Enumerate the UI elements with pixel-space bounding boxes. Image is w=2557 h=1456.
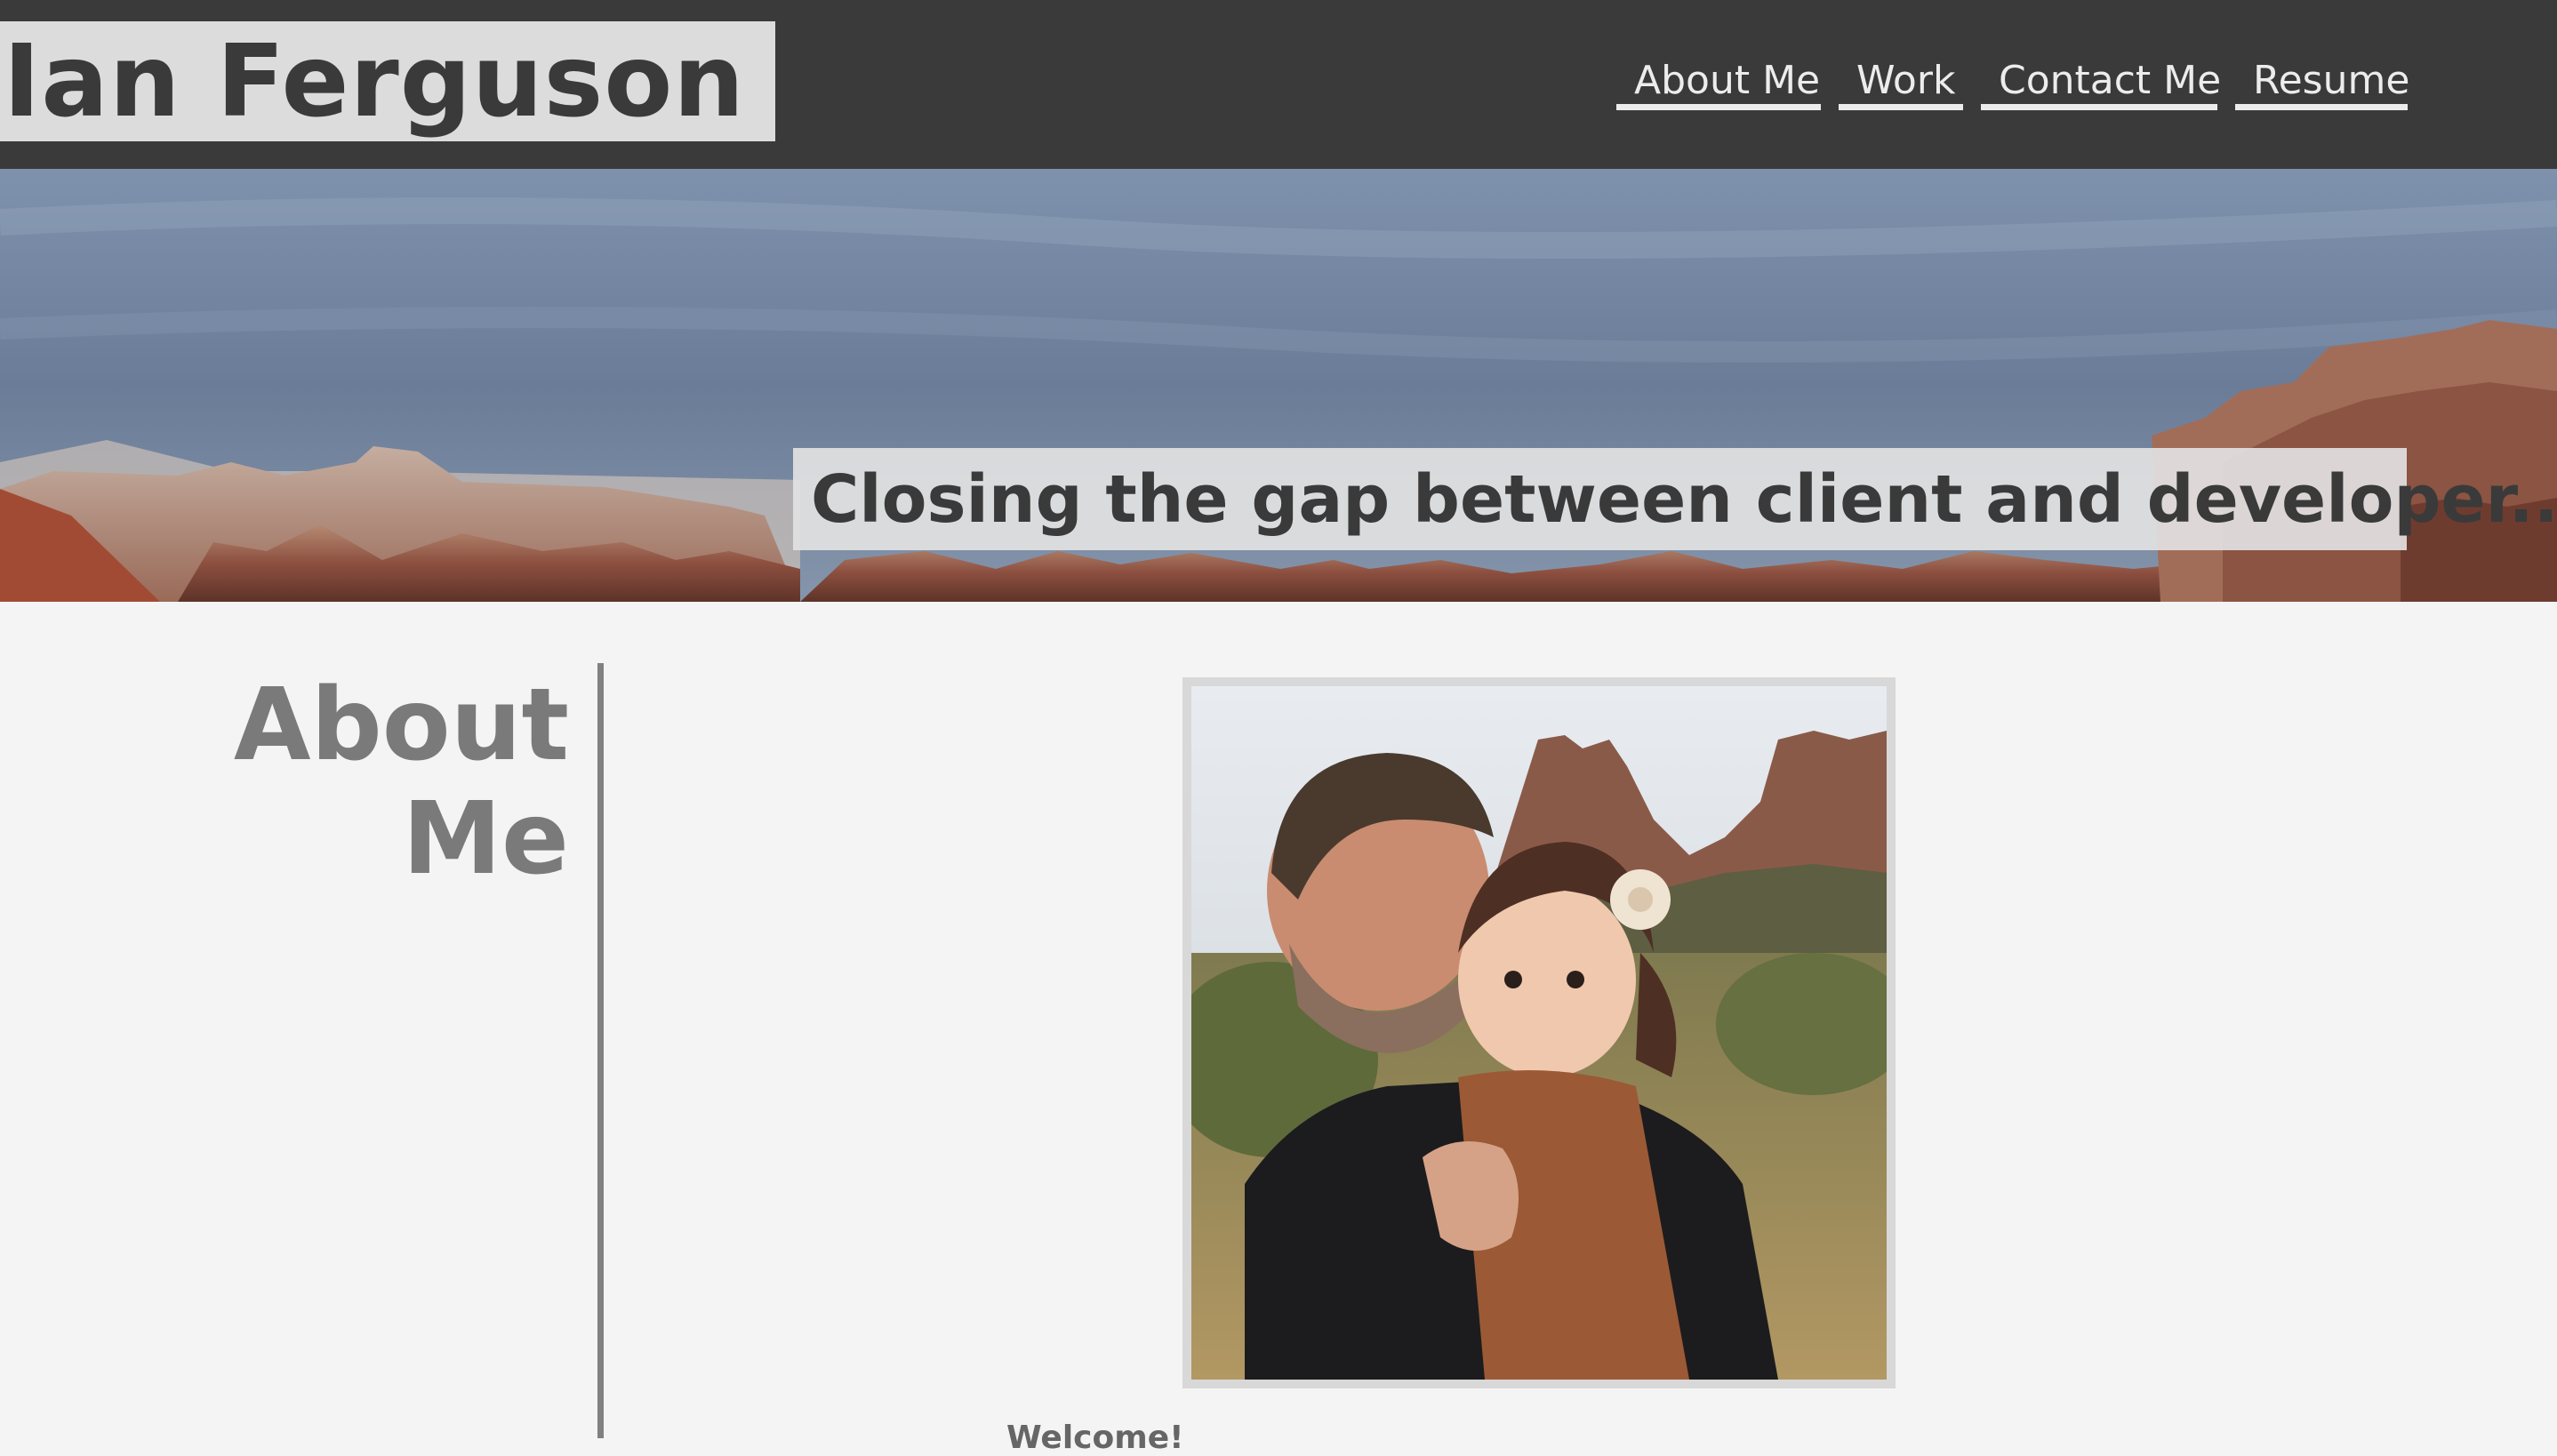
nav-contact-me[interactable]: Contact Me: [1981, 52, 2221, 110]
nav-resume[interactable]: Resume: [2235, 52, 2409, 110]
site-header: Ian Ferguson About Me Work Contact Me Re…: [0, 0, 2557, 169]
main-nav: About Me Work Contact Me Resume: [1616, 52, 2409, 110]
nav-about-me[interactable]: About Me: [1616, 52, 1821, 110]
site-name-box[interactable]: Ian Ferguson: [0, 21, 775, 141]
hero-tagline: Closing the gap between client and devel…: [811, 460, 2557, 538]
welcome-text: Welcome!: [1006, 1420, 1184, 1456]
profile-photo: [1191, 686, 1887, 1380]
about-me-heading: About Me: [233, 668, 569, 897]
profile-photo-frame: [1182, 677, 1896, 1388]
section-divider: [597, 663, 604, 1438]
hero-banner: Closing the gap between client and devel…: [0, 169, 2557, 602]
site-name[interactable]: Ian Ferguson: [4, 32, 745, 132]
hero-tagline-box: Closing the gap between client and devel…: [793, 448, 2557, 550]
nav-work[interactable]: Work: [1839, 52, 1963, 110]
